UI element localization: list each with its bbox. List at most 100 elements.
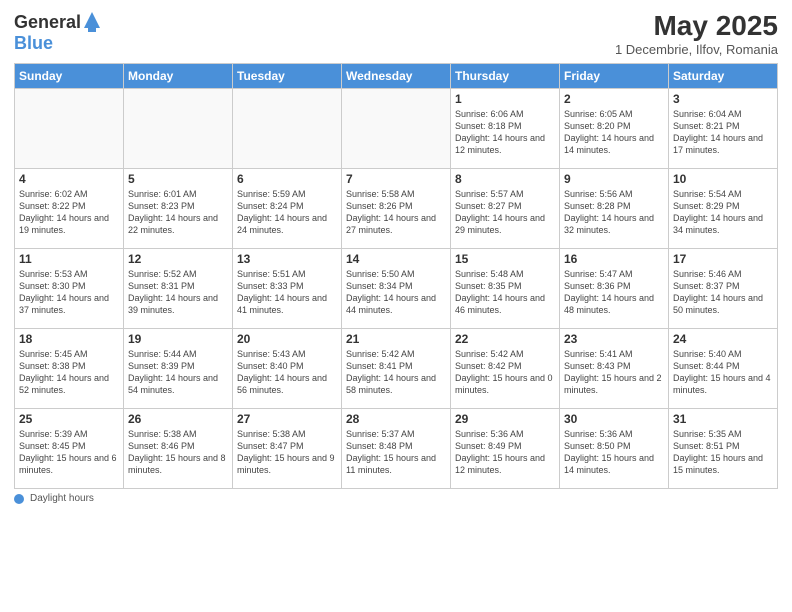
day-info: Sunrise: 5:42 AM Sunset: 8:42 PM Dayligh… bbox=[455, 348, 555, 397]
day-info: Sunrise: 5:59 AM Sunset: 8:24 PM Dayligh… bbox=[237, 188, 337, 237]
day-info: Sunrise: 6:04 AM Sunset: 8:21 PM Dayligh… bbox=[673, 108, 773, 157]
day-number: 25 bbox=[19, 412, 119, 426]
col-header-tuesday: Tuesday bbox=[233, 64, 342, 89]
calendar-cell: 9 Sunrise: 5:56 AM Sunset: 8:28 PM Daylig… bbox=[560, 169, 669, 249]
calendar-header-row: SundayMondayTuesdayWednesdayThursdayFrid… bbox=[15, 64, 778, 89]
logo-icon bbox=[82, 10, 102, 34]
day-number: 10 bbox=[673, 172, 773, 186]
day-info: Sunrise: 6:02 AM Sunset: 8:22 PM Dayligh… bbox=[19, 188, 119, 237]
day-number: 18 bbox=[19, 332, 119, 346]
calendar-row-0: 1 Sunrise: 6:06 AM Sunset: 8:18 PM Daylig… bbox=[15, 89, 778, 169]
col-header-sunday: Sunday bbox=[15, 64, 124, 89]
day-number: 11 bbox=[19, 252, 119, 266]
day-number: 16 bbox=[564, 252, 664, 266]
day-info: Sunrise: 5:39 AM Sunset: 8:45 PM Dayligh… bbox=[19, 428, 119, 477]
day-number: 29 bbox=[455, 412, 555, 426]
day-number: 6 bbox=[237, 172, 337, 186]
calendar-cell: 17 Sunrise: 5:46 AM Sunset: 8:37 PM Dayli… bbox=[669, 249, 778, 329]
day-info: Sunrise: 5:54 AM Sunset: 8:29 PM Dayligh… bbox=[673, 188, 773, 237]
calendar-cell: 26Sunrise: 5:38 AM Sunset: 8:46 PM Dayli… bbox=[124, 409, 233, 489]
col-header-thursday: Thursday bbox=[451, 64, 560, 89]
calendar-cell: 28Sunrise: 5:37 AM Sunset: 8:48 PM Dayli… bbox=[342, 409, 451, 489]
day-number: 28 bbox=[346, 412, 446, 426]
footer: Daylight hours bbox=[14, 493, 778, 504]
calendar-row-2: 11 Sunrise: 5:53 AM Sunset: 8:30 PM Dayli… bbox=[15, 249, 778, 329]
day-number: 5 bbox=[128, 172, 228, 186]
calendar-row-3: 18Sunrise: 5:45 AM Sunset: 8:38 PM Dayli… bbox=[15, 329, 778, 409]
calendar-cell: 20 Sunrise: 5:43 AM Sunset: 8:40 PM Dayli… bbox=[233, 329, 342, 409]
calendar-cell: 14Sunrise: 5:50 AM Sunset: 8:34 PM Dayli… bbox=[342, 249, 451, 329]
day-number: 2 bbox=[564, 92, 664, 106]
calendar-cell: 13 Sunrise: 5:51 AM Sunset: 8:33 PM Dayli… bbox=[233, 249, 342, 329]
day-info: Sunrise: 5:50 AM Sunset: 8:34 PM Dayligh… bbox=[346, 268, 446, 317]
day-number: 26 bbox=[128, 412, 228, 426]
calendar-cell: 5 Sunrise: 6:01 AM Sunset: 8:23 PM Daylig… bbox=[124, 169, 233, 249]
day-info: Sunrise: 5:35 AM Sunset: 8:51 PM Dayligh… bbox=[673, 428, 773, 477]
col-header-monday: Monday bbox=[124, 64, 233, 89]
calendar-cell: 1 Sunrise: 6:06 AM Sunset: 8:18 PM Daylig… bbox=[451, 89, 560, 169]
day-info: Sunrise: 5:52 AM Sunset: 8:31 PM Dayligh… bbox=[128, 268, 228, 317]
calendar-cell: 12 Sunrise: 5:52 AM Sunset: 8:31 PM Dayli… bbox=[124, 249, 233, 329]
day-number: 4 bbox=[19, 172, 119, 186]
col-header-wednesday: Wednesday bbox=[342, 64, 451, 89]
day-number: 24 bbox=[673, 332, 773, 346]
calendar-cell: 27 Sunrise: 5:38 AM Sunset: 8:47 PM Dayli… bbox=[233, 409, 342, 489]
day-info: Sunrise: 6:05 AM Sunset: 8:20 PM Dayligh… bbox=[564, 108, 664, 157]
day-info: Sunrise: 5:58 AM Sunset: 8:26 PM Dayligh… bbox=[346, 188, 446, 237]
day-number: 31 bbox=[673, 412, 773, 426]
calendar-cell: 29Sunrise: 5:36 AM Sunset: 8:49 PM Dayli… bbox=[451, 409, 560, 489]
footer-label: Daylight hours bbox=[30, 493, 94, 504]
day-number: 20 bbox=[237, 332, 337, 346]
calendar-cell: 22 Sunrise: 5:42 AM Sunset: 8:42 PM Dayli… bbox=[451, 329, 560, 409]
day-number: 19 bbox=[128, 332, 228, 346]
calendar-cell: 25 Sunrise: 5:39 AM Sunset: 8:45 PM Dayli… bbox=[15, 409, 124, 489]
calendar: SundayMondayTuesdayWednesdayThursdayFrid… bbox=[14, 63, 778, 489]
calendar-cell: 15 Sunrise: 5:48 AM Sunset: 8:35 PM Dayli… bbox=[451, 249, 560, 329]
day-number: 15 bbox=[455, 252, 555, 266]
day-number: 23 bbox=[564, 332, 664, 346]
day-number: 13 bbox=[237, 252, 337, 266]
logo: General Blue bbox=[14, 10, 102, 54]
day-info: Sunrise: 5:42 AM Sunset: 8:41 PM Dayligh… bbox=[346, 348, 446, 397]
day-info: Sunrise: 5:56 AM Sunset: 8:28 PM Dayligh… bbox=[564, 188, 664, 237]
day-number: 30 bbox=[564, 412, 664, 426]
calendar-row-1: 4 Sunrise: 6:02 AM Sunset: 8:22 PM Daylig… bbox=[15, 169, 778, 249]
day-number: 21 bbox=[346, 332, 446, 346]
calendar-cell bbox=[233, 89, 342, 169]
day-info: Sunrise: 6:01 AM Sunset: 8:23 PM Dayligh… bbox=[128, 188, 228, 237]
footer-dot bbox=[14, 494, 24, 504]
day-info: Sunrise: 5:51 AM Sunset: 8:33 PM Dayligh… bbox=[237, 268, 337, 317]
day-number: 9 bbox=[564, 172, 664, 186]
calendar-row-4: 25 Sunrise: 5:39 AM Sunset: 8:45 PM Dayli… bbox=[15, 409, 778, 489]
day-info: Sunrise: 5:57 AM Sunset: 8:27 PM Dayligh… bbox=[455, 188, 555, 237]
day-info: Sunrise: 5:43 AM Sunset: 8:40 PM Dayligh… bbox=[237, 348, 337, 397]
day-info: Sunrise: 5:48 AM Sunset: 8:35 PM Dayligh… bbox=[455, 268, 555, 317]
day-number: 22 bbox=[455, 332, 555, 346]
day-number: 27 bbox=[237, 412, 337, 426]
calendar-cell: 18Sunrise: 5:45 AM Sunset: 8:38 PM Dayli… bbox=[15, 329, 124, 409]
day-number: 12 bbox=[128, 252, 228, 266]
day-info: Sunrise: 5:41 AM Sunset: 8:43 PM Dayligh… bbox=[564, 348, 664, 397]
day-number: 7 bbox=[346, 172, 446, 186]
day-number: 1 bbox=[455, 92, 555, 106]
day-number: 3 bbox=[673, 92, 773, 106]
col-header-friday: Friday bbox=[560, 64, 669, 89]
day-info: Sunrise: 5:47 AM Sunset: 8:36 PM Dayligh… bbox=[564, 268, 664, 317]
day-number: 8 bbox=[455, 172, 555, 186]
calendar-cell: 24 Sunrise: 5:40 AM Sunset: 8:44 PM Dayli… bbox=[669, 329, 778, 409]
calendar-cell: 31 Sunrise: 5:35 AM Sunset: 8:51 PM Dayli… bbox=[669, 409, 778, 489]
day-info: Sunrise: 5:36 AM Sunset: 8:50 PM Dayligh… bbox=[564, 428, 664, 477]
calendar-cell bbox=[342, 89, 451, 169]
calendar-cell: 23 Sunrise: 5:41 AM Sunset: 8:43 PM Dayli… bbox=[560, 329, 669, 409]
day-info: Sunrise: 5:46 AM Sunset: 8:37 PM Dayligh… bbox=[673, 268, 773, 317]
day-number: 17 bbox=[673, 252, 773, 266]
calendar-cell bbox=[15, 89, 124, 169]
calendar-cell: 16 Sunrise: 5:47 AM Sunset: 8:36 PM Dayli… bbox=[560, 249, 669, 329]
month-title: May 2025 bbox=[615, 10, 778, 42]
day-info: Sunrise: 5:38 AM Sunset: 8:47 PM Dayligh… bbox=[237, 428, 337, 477]
day-info: Sunrise: 5:44 AM Sunset: 8:39 PM Dayligh… bbox=[128, 348, 228, 397]
day-info: Sunrise: 6:06 AM Sunset: 8:18 PM Dayligh… bbox=[455, 108, 555, 157]
calendar-cell: 10 Sunrise: 5:54 AM Sunset: 8:29 PM Dayli… bbox=[669, 169, 778, 249]
day-info: Sunrise: 5:53 AM Sunset: 8:30 PM Dayligh… bbox=[19, 268, 119, 317]
day-info: Sunrise: 5:40 AM Sunset: 8:44 PM Dayligh… bbox=[673, 348, 773, 397]
